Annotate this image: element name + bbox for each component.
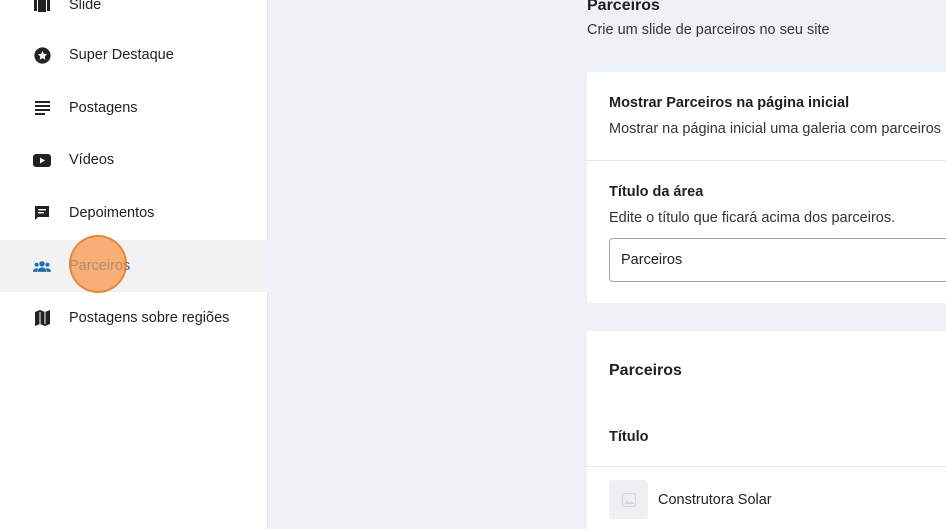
sidebar-item-label: Postagens sobre regiões	[69, 310, 230, 326]
youtube-icon	[33, 151, 51, 169]
sidebar-item-depoimentos[interactable]: Depoimentos	[0, 187, 268, 239]
sidebar-item-videos[interactable]: Vídeos	[0, 134, 268, 186]
sidebar-item-label: Super Destaque	[69, 47, 174, 63]
sidebar: Slide Super Destaque Postagens Vídeos De…	[0, 0, 268, 529]
partners-section-title: Parceiros	[609, 362, 682, 379]
area-title-input[interactable]	[609, 238, 946, 282]
sidebar-item-postagens[interactable]: Postagens	[0, 82, 268, 134]
divider	[587, 160, 946, 161]
sidebar-item-label: Slide	[69, 0, 102, 13]
settings-card: Mostrar Parceiros na página inicial Most…	[587, 72, 946, 303]
image-placeholder-icon	[609, 480, 648, 519]
chat-icon	[33, 204, 51, 222]
map-icon	[33, 309, 51, 327]
table-row[interactable]: Construtora Solar	[587, 467, 946, 529]
sidebar-item-slide[interactable]: Slide	[0, 0, 268, 31]
show-partners-description: Mostrar na página inicial uma galeria co…	[609, 121, 942, 137]
area-title-label: Título da área	[609, 184, 704, 200]
users-icon	[33, 257, 51, 275]
show-partners-title: Mostrar Parceiros na página inicial	[609, 95, 850, 111]
sidebar-item-postagens-regioes[interactable]: Postagens sobre regiões	[0, 292, 268, 344]
partner-name: Construtora Solar	[658, 492, 772, 508]
slide-icon	[33, 0, 51, 14]
star-circle-icon	[33, 46, 51, 64]
page-title: Parceiros	[587, 0, 660, 14]
sidebar-item-label: Vídeos	[69, 152, 115, 168]
sidebar-item-parceiros[interactable]: Parceiros	[0, 240, 268, 292]
sidebar-item-label: Parceiros	[69, 258, 131, 274]
partners-card: Parceiros Título Construtora Solar	[587, 331, 946, 529]
sidebar-item-label: Postagens	[69, 100, 138, 116]
sidebar-item-super-destaque[interactable]: Super Destaque	[0, 29, 268, 81]
page-subtitle: Crie um slide de parceiros no seu site	[587, 22, 830, 38]
sidebar-item-label: Depoimentos	[69, 205, 155, 221]
column-header-title: Título	[609, 429, 649, 445]
area-title-description: Edite o título que ficará acima dos parc…	[609, 210, 896, 226]
text-lines-icon	[33, 99, 51, 117]
